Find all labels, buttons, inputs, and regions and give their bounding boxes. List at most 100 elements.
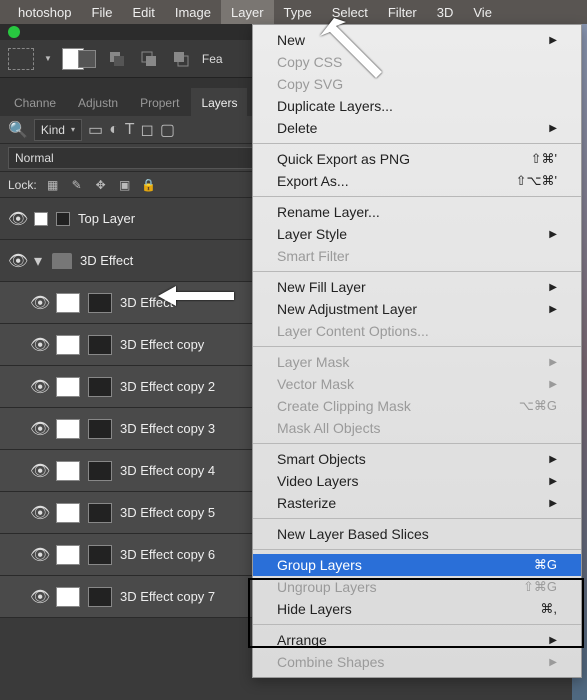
marquee-icon[interactable]	[8, 48, 34, 70]
menu-item[interactable]: Layer Style▶	[253, 223, 581, 245]
menu-file[interactable]: File	[82, 0, 123, 24]
filter-adjustment-icon[interactable]: ◐	[109, 121, 119, 139]
layer-mask-thumb[interactable]	[88, 461, 112, 481]
layer-name[interactable]: Top Layer	[78, 211, 135, 226]
menu-type[interactable]: Type	[274, 0, 322, 24]
chevron-down-icon[interactable]: ▼	[44, 54, 52, 63]
menu-3d[interactable]: 3D	[427, 0, 464, 24]
overlap-mode-3-icon[interactable]	[170, 48, 192, 70]
menu-item[interactable]: Hide Layers ⌘,	[253, 598, 581, 620]
filter-pixel-icon[interactable]: ▭	[88, 120, 103, 140]
menu-item[interactable]: Rasterize▶	[253, 492, 581, 514]
menu-separator	[253, 624, 581, 625]
filter-smart-icon[interactable]: ▢	[160, 120, 175, 140]
visibility-icon[interactable]: 👁	[30, 461, 48, 481]
layer-name[interactable]: 3D Effect copy 3	[120, 421, 215, 436]
visibility-icon[interactable]: 👁	[8, 251, 26, 271]
menu-item[interactable]: New Fill Layer▶	[253, 276, 581, 298]
layer-name[interactable]: 3D Effect copy	[120, 337, 204, 352]
panel-tab-propert[interactable]: Propert	[130, 88, 189, 116]
menu-image[interactable]: Image	[165, 0, 221, 24]
layer-name[interactable]: 3D Effect copy 6	[120, 547, 215, 562]
submenu-icon: ▶	[549, 454, 557, 465]
menu-item[interactable]: Rename Layer...	[253, 201, 581, 223]
layer-name[interactable]: 3D Effect	[80, 253, 133, 268]
menu-item[interactable]: Quick Export as PNG⇧⌘'	[253, 148, 581, 170]
menu-shortcut: ⌥⌘G	[519, 398, 557, 414]
visibility-icon[interactable]: 👁	[30, 335, 48, 355]
layer-mask-thumb[interactable]	[56, 212, 70, 226]
menu-item-label: Export As...	[277, 173, 349, 189]
menu-item[interactable]: Arrange▶	[253, 629, 581, 651]
layer-name[interactable]: 3D Effect copy 4	[120, 463, 215, 478]
layer-mask-thumb[interactable]	[88, 335, 112, 355]
menu-item-label: New	[277, 32, 305, 48]
layer-thumb[interactable]	[56, 377, 80, 397]
disclosure-icon[interactable]: ▾	[34, 251, 44, 271]
menu-item[interactable]: New Adjustment Layer▶	[253, 298, 581, 320]
panel-tab-channe[interactable]: Channe	[4, 88, 66, 116]
layer-name[interactable]: 3D Effect copy 2	[120, 379, 215, 394]
layer-thumb[interactable]	[56, 335, 80, 355]
menu-item[interactable]: Delete▶	[253, 117, 581, 139]
layer-thumb[interactable]	[56, 545, 80, 565]
lock-pixels-icon[interactable]: ✎	[69, 177, 85, 193]
menu-vie[interactable]: Vie	[463, 0, 502, 24]
visibility-icon[interactable]: 👁	[30, 587, 48, 607]
folder-icon	[52, 253, 72, 269]
lock-artboard-icon[interactable]: ▣	[117, 177, 133, 193]
menu-layer[interactable]: Layer	[221, 0, 274, 24]
menu-item[interactable]: New Layer Based Slices	[253, 523, 581, 545]
lock-position-icon[interactable]: ✥	[93, 177, 109, 193]
search-icon[interactable]: 🔍	[8, 120, 28, 140]
visibility-icon[interactable]: 👁	[30, 419, 48, 439]
visibility-icon[interactable]: 👁	[8, 209, 26, 229]
menu-item[interactable]: Smart Objects▶	[253, 448, 581, 470]
lock-transparency-icon[interactable]: ▦	[45, 177, 61, 193]
layer-name[interactable]: 3D Effect copy 5	[120, 505, 215, 520]
visibility-icon[interactable]: 👁	[30, 377, 48, 397]
menu-separator	[253, 143, 581, 144]
menu-item-label: Duplicate Layers...	[277, 98, 393, 114]
menu-shortcut: ⌘,	[540, 601, 557, 617]
background-swatch[interactable]	[78, 50, 96, 68]
menu-separator	[253, 549, 581, 550]
layer-thumb[interactable]	[56, 461, 80, 481]
visibility-icon[interactable]: 👁	[30, 503, 48, 523]
layer-thumb[interactable]	[56, 503, 80, 523]
panel-tab-adjustn[interactable]: Adjustn	[68, 88, 128, 116]
layer-mask-thumb[interactable]	[88, 377, 112, 397]
menu-item[interactable]: Group Layers⌘G	[253, 554, 581, 576]
layer-thumb[interactable]	[56, 587, 80, 607]
menu-item[interactable]: Duplicate Layers...	[253, 95, 581, 117]
menu-item-label: Ungroup Layers	[277, 579, 377, 595]
menu-edit[interactable]: Edit	[122, 0, 164, 24]
menu-item[interactable]: New▶	[253, 29, 581, 51]
filter-type-icon[interactable]: T	[125, 121, 135, 139]
menu-item[interactable]: Export As...⇧⌥⌘'	[253, 170, 581, 192]
layer-name[interactable]: 3D Effect copy 7	[120, 589, 215, 604]
layer-mask-thumb[interactable]	[88, 587, 112, 607]
filter-shape-icon[interactable]: ◻	[141, 120, 154, 140]
menu-item-label: Hide Layers	[277, 601, 352, 617]
visibility-icon[interactable]: 👁	[30, 545, 48, 565]
visibility-icon[interactable]: 👁	[30, 293, 48, 313]
menu-hotoshop[interactable]: hotoshop	[8, 0, 82, 24]
layer-mask-thumb[interactable]	[88, 503, 112, 523]
window-close-icon[interactable]	[8, 26, 20, 38]
overlap-mode-1-icon[interactable]	[106, 48, 128, 70]
layer-mask-thumb[interactable]	[88, 545, 112, 565]
layer-mask-thumb[interactable]	[88, 419, 112, 439]
menu-item-label: Layer Style	[277, 226, 347, 242]
overlap-mode-2-icon[interactable]	[138, 48, 160, 70]
layer-thumb[interactable]	[56, 293, 80, 313]
menu-item: Smart Filter	[253, 245, 581, 267]
layer-thumb[interactable]	[56, 419, 80, 439]
menu-item[interactable]: Video Layers▶	[253, 470, 581, 492]
panel-tab-layers[interactable]: Layers	[191, 88, 247, 116]
lock-all-icon[interactable]: 🔒	[141, 177, 157, 193]
kind-select[interactable]: Kind▾	[34, 119, 82, 141]
layer-mask-thumb[interactable]	[88, 293, 112, 313]
layer-thumb[interactable]	[34, 212, 48, 226]
menu-item: Copy CSS	[253, 51, 581, 73]
